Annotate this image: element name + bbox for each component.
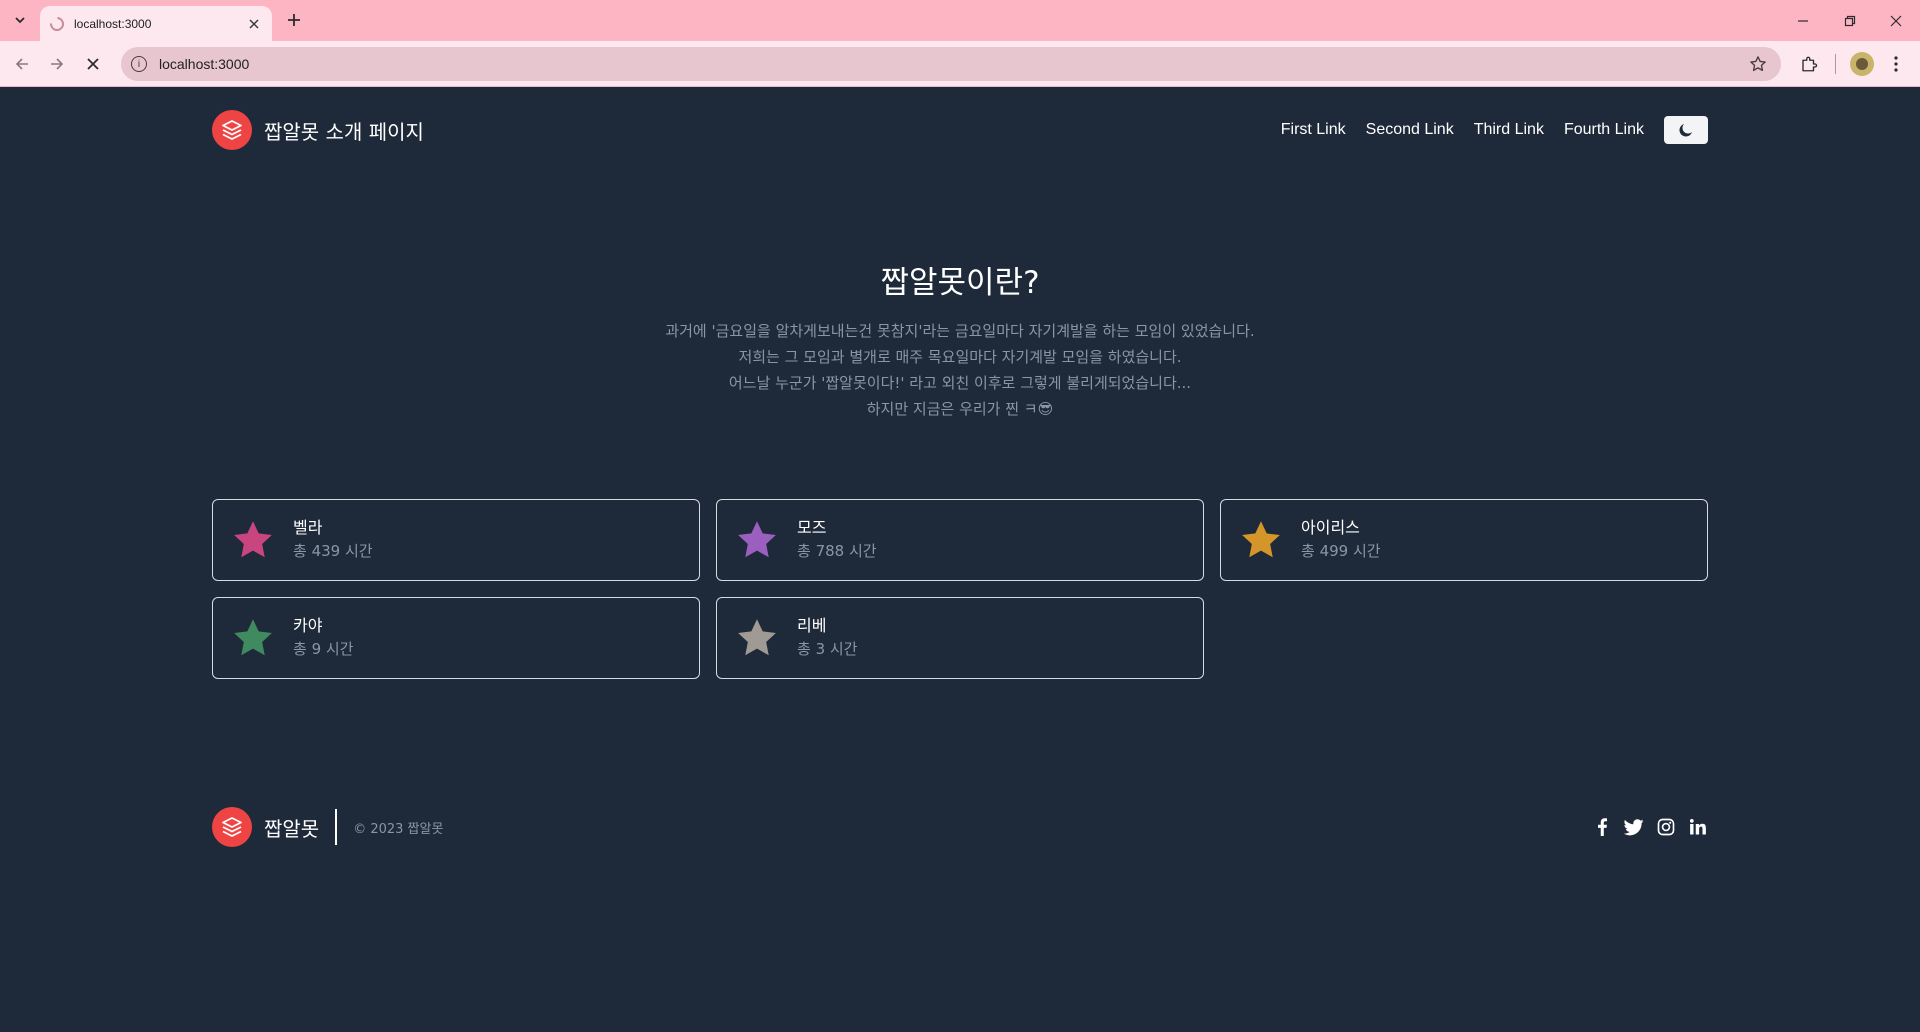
new-tab-button[interactable] bbox=[282, 8, 306, 32]
member-name: 모즈 bbox=[797, 518, 827, 537]
member-name: 아이리스 bbox=[1301, 518, 1360, 537]
more-vertical-icon bbox=[1894, 56, 1898, 72]
browser-tab[interactable]: localhost:3000 bbox=[40, 6, 272, 41]
member-card-text: 리베 총 3 시간 bbox=[797, 615, 857, 661]
toolbar-separator bbox=[1835, 54, 1836, 74]
member-hours: 총 788 시간 bbox=[797, 542, 877, 560]
brand-title: 짭알못 소개 페이지 bbox=[264, 119, 424, 144]
tab-title: localhost:3000 bbox=[74, 16, 152, 31]
site-header: 짭알못 소개 페이지 First Link Second Link Third … bbox=[212, 107, 1708, 153]
arrow-right-icon bbox=[51, 58, 64, 70]
brand-link[interactable]: 짭알못 소개 페이지 bbox=[212, 107, 424, 153]
restore-icon bbox=[1844, 15, 1856, 26]
avatar-icon bbox=[1856, 58, 1868, 70]
intro-title: 짭알못이란? bbox=[880, 265, 1040, 301]
tab-search-button[interactable] bbox=[8, 8, 32, 32]
member-card[interactable]: 벨라 총 439 시간 bbox=[212, 499, 700, 581]
chevron-down-icon bbox=[15, 17, 25, 24]
stop-loading-button[interactable] bbox=[79, 50, 107, 78]
close-icon bbox=[1890, 15, 1902, 26]
browser-toolbar: i localhost:3000 bbox=[0, 41, 1920, 87]
star-icon bbox=[738, 521, 776, 558]
minimize-icon bbox=[1798, 19, 1808, 22]
nav-first-link[interactable]: First Link bbox=[1281, 121, 1346, 139]
star-icon bbox=[738, 619, 776, 656]
member-card[interactable]: 리베 총 3 시간 bbox=[716, 597, 1204, 679]
intro-line: 어느날 누군가 '짭알못이다!' 라고 외친 이후로 그렇게 불리게되었습니다.… bbox=[728, 374, 1192, 392]
star-icon bbox=[234, 521, 272, 558]
social-links bbox=[1580, 805, 1708, 849]
intro-section: 짭알못이란? 과거에 '금요일을 알차게보내는건 못참지'라는 금요일마다 자기… bbox=[0, 257, 1920, 422]
nav-second-link[interactable]: Second Link bbox=[1366, 121, 1454, 139]
tab-close-button[interactable] bbox=[246, 16, 262, 32]
member-name: 카야 bbox=[293, 616, 323, 635]
site-footer: 짭알못 © 2023 짭알못 bbox=[212, 805, 1708, 849]
member-card[interactable]: 모즈 총 788 시간 bbox=[716, 499, 1204, 581]
window-close-button[interactable] bbox=[1873, 0, 1919, 41]
extensions-button[interactable] bbox=[1797, 52, 1821, 76]
close-icon bbox=[87, 58, 99, 70]
site-info-icon[interactable]: i bbox=[131, 56, 147, 72]
member-card-text: 모즈 총 788 시간 bbox=[797, 517, 877, 563]
nav-third-link[interactable]: Third Link bbox=[1474, 121, 1544, 139]
puzzle-icon bbox=[1802, 56, 1818, 72]
stack-logo-icon bbox=[212, 110, 252, 150]
footer-brand-title: 짭알못 bbox=[264, 816, 320, 841]
tab-strip: localhost:3000 bbox=[0, 0, 1920, 41]
member-hours: 총 3 시간 bbox=[797, 640, 858, 658]
star-icon bbox=[234, 619, 272, 656]
close-icon bbox=[249, 18, 259, 29]
plus-icon bbox=[288, 14, 300, 26]
browser-chrome: localhost:3000 i localhost:3000 bbox=[0, 0, 1920, 87]
instagram-icon[interactable] bbox=[1656, 817, 1676, 837]
nav-fourth-link[interactable]: Fourth Link bbox=[1564, 121, 1644, 139]
member-hours: 총 499 시간 bbox=[1301, 542, 1381, 560]
back-button[interactable] bbox=[8, 50, 36, 78]
member-card[interactable]: 아이리스 총 499 시간 bbox=[1220, 499, 1708, 581]
forward-button[interactable] bbox=[43, 50, 71, 78]
arrow-left-icon bbox=[15, 58, 28, 70]
main-nav: First Link Second Link Third Link Fourth… bbox=[1281, 107, 1708, 153]
bookmark-star-button[interactable] bbox=[1749, 55, 1767, 77]
intro-line: 하지만 지금은 우리가 찐 ㅋ😎 bbox=[866, 400, 1054, 418]
address-bar[interactable]: i localhost:3000 bbox=[121, 47, 1781, 81]
twitter-icon[interactable] bbox=[1624, 817, 1644, 837]
member-hours: 총 439 시간 bbox=[293, 542, 373, 560]
intro-description: 과거에 '금요일을 알차게보내는건 못참지'라는 금요일마다 자기계발을 하는 … bbox=[0, 318, 1920, 422]
member-card-text: 벨라 총 439 시간 bbox=[293, 517, 373, 563]
stack-logo-icon[interactable] bbox=[212, 807, 252, 847]
minimize-button[interactable] bbox=[1780, 0, 1826, 41]
profile-avatar[interactable] bbox=[1850, 52, 1874, 76]
copyright-text: © 2023 짭알못 bbox=[353, 821, 444, 837]
member-card-text: 아이리스 총 499 시간 bbox=[1301, 517, 1381, 563]
theme-toggle-button[interactable] bbox=[1664, 116, 1708, 144]
facebook-icon[interactable] bbox=[1592, 817, 1612, 837]
member-name: 벨라 bbox=[293, 518, 323, 537]
loading-spinner-icon bbox=[47, 13, 67, 34]
member-name: 리베 bbox=[797, 616, 827, 635]
moon-icon bbox=[1679, 124, 1692, 137]
member-card-text: 카야 총 9 시간 bbox=[293, 615, 353, 661]
intro-line: 저희는 그 모임과 별개로 매주 목요일마다 자기계발 모임을 하였습니다. bbox=[738, 348, 1182, 366]
intro-line: 과거에 '금요일을 알차게보내는건 못참지'라는 금요일마다 자기계발을 하는 … bbox=[665, 322, 1255, 340]
restore-button[interactable] bbox=[1827, 0, 1873, 41]
address-url: localhost:3000 bbox=[159, 56, 250, 72]
browser-menu-button[interactable] bbox=[1884, 52, 1908, 76]
page-content: 짭알못 소개 페이지 First Link Second Link Third … bbox=[0, 87, 1920, 1032]
member-card[interactable]: 카야 총 9 시간 bbox=[212, 597, 700, 679]
footer-brand: 짭알못 © 2023 짭알못 bbox=[212, 805, 443, 849]
footer-divider bbox=[335, 809, 338, 845]
star-icon bbox=[1242, 521, 1280, 558]
star-outline-icon bbox=[1750, 56, 1766, 72]
member-hours: 총 9 시간 bbox=[293, 640, 354, 658]
linkedin-icon[interactable] bbox=[1688, 817, 1708, 837]
